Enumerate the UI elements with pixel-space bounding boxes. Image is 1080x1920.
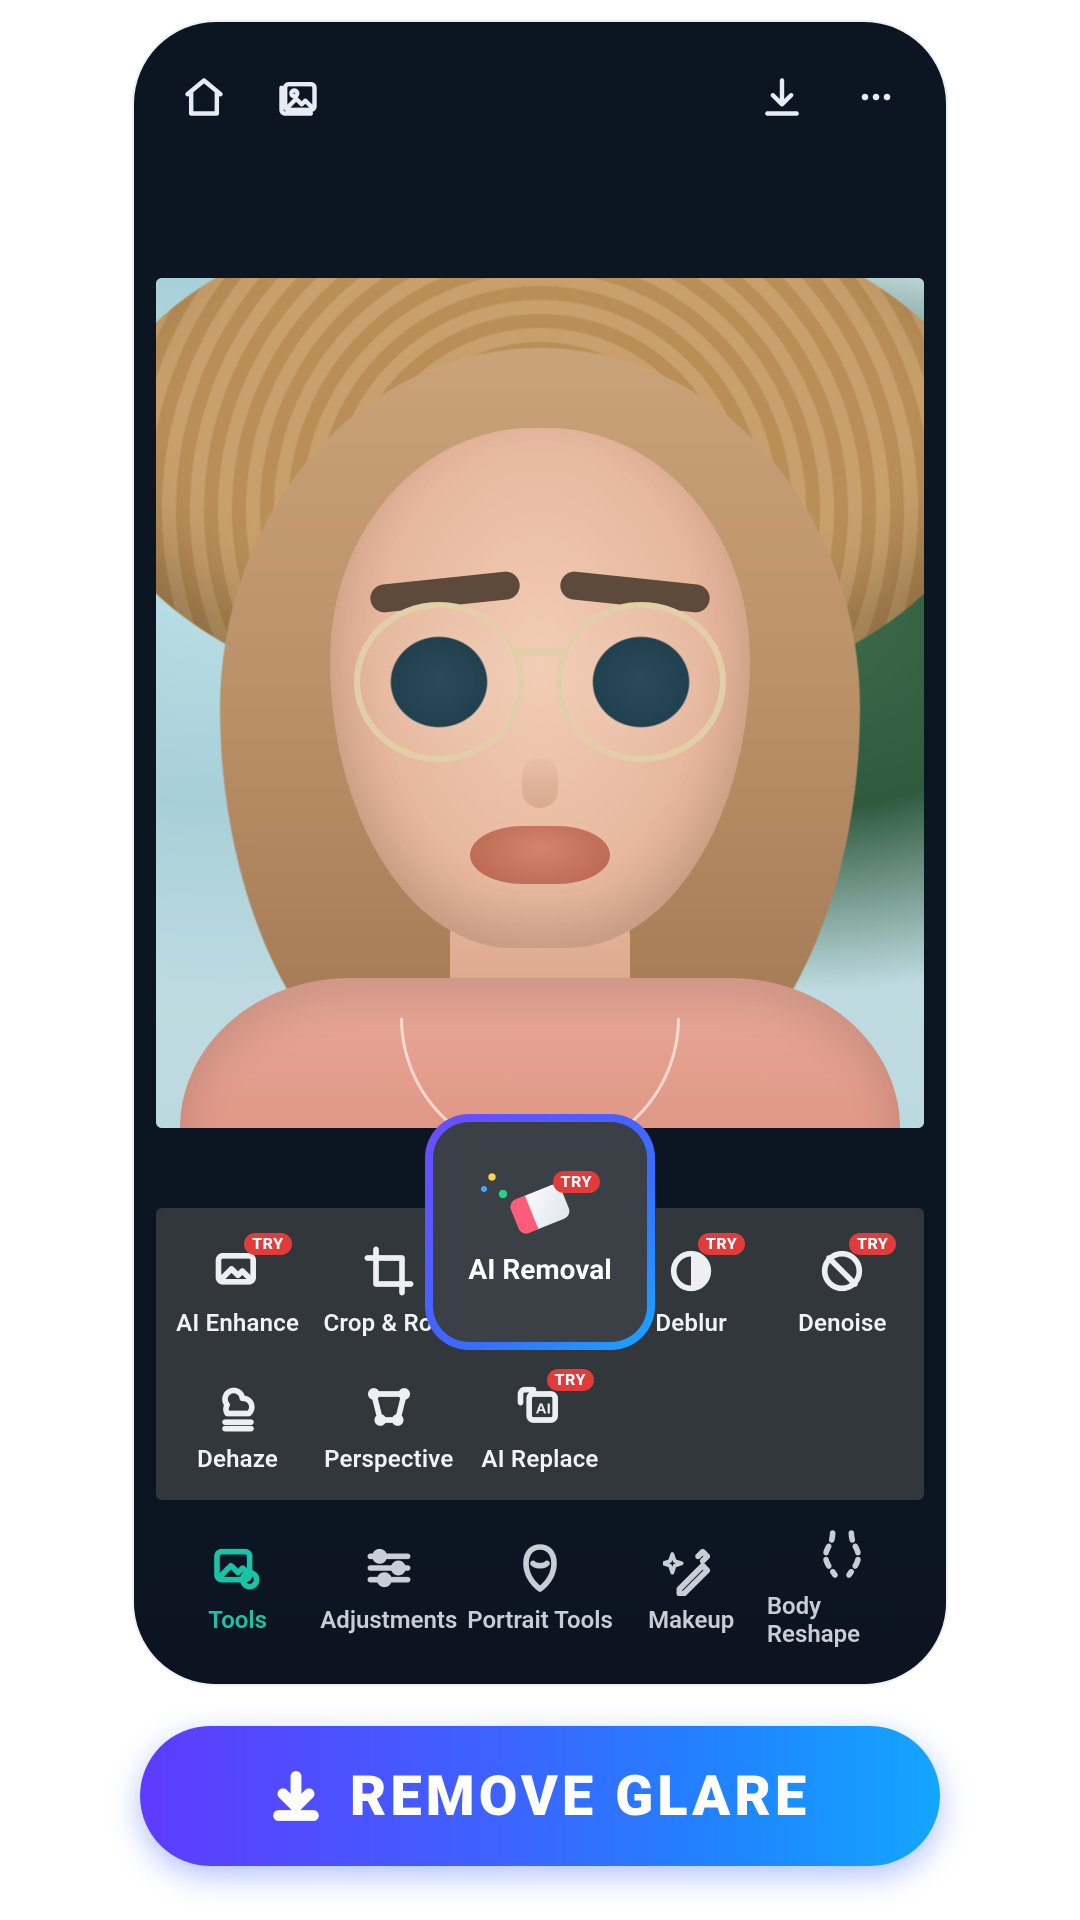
- svg-text:AI: AI: [536, 1401, 551, 1418]
- nav-label: Portrait Tools: [467, 1606, 613, 1634]
- tool-label: AI Enhance: [176, 1309, 299, 1337]
- body-icon: [814, 1526, 870, 1582]
- tool-label: Deblur: [655, 1309, 727, 1337]
- halfmoon-icon: TRY: [663, 1243, 719, 1299]
- try-badge: TRY: [698, 1233, 745, 1255]
- nav-label: Tools: [208, 1606, 267, 1634]
- makeup-icon: [663, 1540, 719, 1596]
- cloud-sliders-icon: [210, 1379, 266, 1435]
- eraser-sparkle-icon: TRY: [504, 1179, 576, 1239]
- image-sparkle-icon: TRY: [210, 1243, 266, 1299]
- tool-perspective[interactable]: Perspective: [314, 1379, 464, 1473]
- tool-label: AI Removal: [468, 1253, 611, 1286]
- nav-makeup[interactable]: Makeup: [616, 1540, 767, 1634]
- image-preview[interactable]: [156, 278, 924, 1128]
- tool-dehaze[interactable]: Dehaze: [163, 1379, 313, 1473]
- gallery-icon[interactable]: [274, 73, 322, 121]
- remove-glare-button[interactable]: REMOVE GLARE: [140, 1726, 940, 1866]
- more-icon[interactable]: [852, 73, 900, 121]
- tool-label: Denoise: [798, 1309, 886, 1337]
- tool-ai-replace[interactable]: AI TRY AI Replace: [465, 1379, 615, 1473]
- home-icon[interactable]: [180, 73, 228, 121]
- nav-label: Adjustments: [320, 1606, 457, 1634]
- ai-replace-icon: AI TRY: [512, 1379, 568, 1435]
- nav-portrait-tools[interactable]: Portrait Tools: [464, 1540, 615, 1634]
- nav-tools[interactable]: Tools: [162, 1540, 313, 1634]
- try-badge: TRY: [244, 1233, 291, 1255]
- tool-label: AI Replace: [481, 1445, 598, 1473]
- portrait-icon: [512, 1540, 568, 1596]
- tools-icon: [210, 1540, 266, 1596]
- nav-label: Makeup: [648, 1606, 734, 1634]
- try-badge: TRY: [849, 1233, 896, 1255]
- topbar: [134, 22, 946, 172]
- denoise-icon: TRY: [814, 1243, 870, 1299]
- tool-label: Perspective: [324, 1445, 453, 1473]
- nav-adjustments[interactable]: Adjustments: [313, 1540, 464, 1634]
- phone-frame: TRY AI Enhance Crop & Rota TRY Deblu: [134, 22, 946, 1684]
- crop-icon: [361, 1243, 417, 1299]
- tool-ai-enhance[interactable]: TRY AI Enhance: [163, 1243, 313, 1337]
- cta-label: REMOVE GLARE: [350, 1763, 810, 1829]
- try-badge: TRY: [553, 1171, 600, 1193]
- nav-body-reshape[interactable]: Body Reshape: [767, 1526, 918, 1648]
- download-icon: [270, 1770, 322, 1822]
- tool-label: Dehaze: [197, 1445, 278, 1473]
- tool-ai-removal[interactable]: TRY AI Removal: [433, 1122, 647, 1342]
- try-badge: TRY: [547, 1369, 594, 1391]
- bottom-nav: Tools Adjustments Portrait Tools Makeup …: [134, 1514, 946, 1684]
- sliders-icon: [361, 1540, 417, 1596]
- perspective-icon: [361, 1379, 417, 1435]
- tool-denoise[interactable]: TRY Denoise: [767, 1243, 917, 1337]
- download-icon[interactable]: [758, 73, 806, 121]
- nav-label: Body Reshape: [767, 1592, 918, 1648]
